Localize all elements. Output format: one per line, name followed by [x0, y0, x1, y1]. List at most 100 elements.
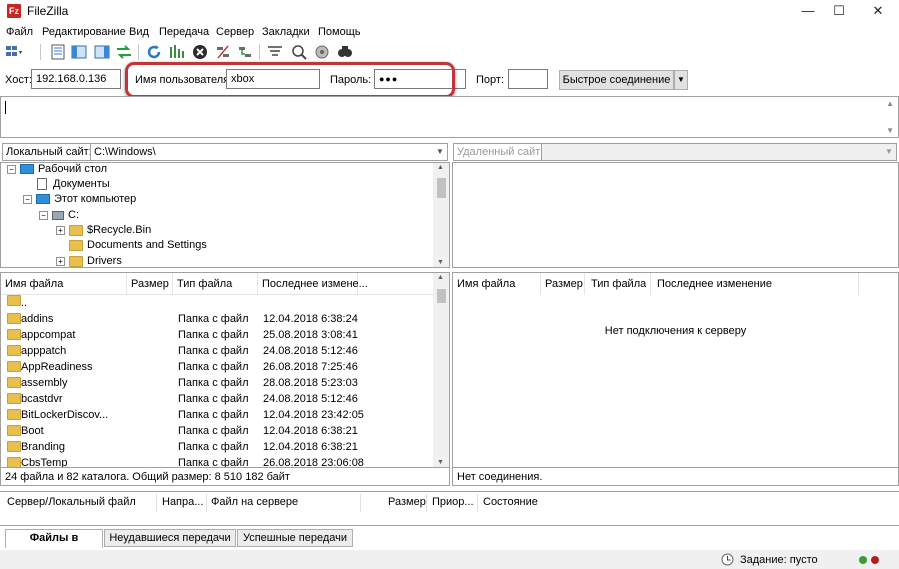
expand-icon[interactable]: + — [56, 225, 65, 235]
message-log[interactable]: ▲ ▼ — [0, 96, 899, 138]
site-manager-icon[interactable] — [5, 43, 23, 61]
computer-icon — [36, 194, 50, 205]
menu-server[interactable]: Сервер — [216, 26, 254, 38]
queue-status-text: Задание: пусто — [740, 554, 818, 566]
host-input[interactable]: 192.168.0.136 — [31, 69, 121, 89]
window-title: FileZilla — [27, 4, 69, 18]
menu-bookmarks[interactable]: Закладки — [262, 26, 310, 38]
collapse-icon[interactable]: − — [7, 164, 16, 174]
toggle-local-tree-icon[interactable] — [70, 43, 88, 61]
scroll-up-icon[interactable]: ▲ — [437, 164, 444, 171]
local-site-path[interactable]: C:\Windows\ — [90, 143, 448, 161]
remote-path-dropdown-icon[interactable]: ▼ — [885, 147, 893, 156]
toolbar-separator — [138, 44, 139, 60]
cancel-icon[interactable] — [191, 43, 209, 61]
transfer-queue[interactable]: Сервер/Локальный файл Напра... Файл на с… — [0, 491, 899, 526]
remote-empty-message: Нет подключения к серверу — [604, 325, 747, 337]
quickconnect-button[interactable]: Быстрое соединение — [559, 70, 674, 90]
reconnect-icon[interactable] — [236, 43, 254, 61]
local-file-list[interactable]: Имя файла Размер Тип файла Последнее изм… — [0, 272, 450, 468]
scroll-thumb[interactable] — [437, 289, 446, 303]
collapse-icon[interactable]: − — [23, 194, 32, 204]
tree-item[interactable]: + Drivers — [56, 255, 122, 267]
toggle-message-log-icon[interactable] — [49, 43, 67, 61]
tree-item[interactable]: − Рабочий стол — [7, 163, 107, 178]
quickconnect-history-dropdown[interactable]: ▼ — [674, 70, 688, 90]
port-input[interactable] — [508, 69, 548, 89]
scroll-down-icon[interactable]: ▼ — [437, 259, 444, 266]
toggle-queue-icon[interactable] — [115, 43, 133, 61]
folder-icon — [7, 329, 21, 340]
column-size[interactable]: Размер — [541, 273, 585, 295]
queue-col-direction[interactable]: Напра... — [162, 496, 203, 508]
drive-icon — [52, 210, 64, 220]
close-button[interactable]: ✕ — [855, 0, 899, 22]
toggle-remote-tree-icon[interactable] — [93, 43, 111, 61]
title-bar: Fz FileZilla — ☐ ✕ — [0, 0, 899, 22]
column-modified[interactable]: Последнее изменение — [653, 273, 859, 295]
menu-help[interactable]: Помощь — [318, 26, 361, 38]
directory-listing-filter-icon[interactable] — [266, 43, 284, 61]
port-label: Порт: — [476, 74, 504, 86]
tab-queued-files[interactable]: Файлы в задании — [5, 529, 103, 560]
tree-item[interactable]: − C: — [39, 209, 79, 224]
column-divider — [360, 494, 361, 512]
tree-item[interactable]: − Этот компьютер — [23, 193, 136, 208]
local-path-dropdown-icon[interactable]: ▼ — [436, 147, 444, 156]
process-queue-icon[interactable] — [168, 43, 186, 61]
local-site-label: Локальный сайт: — [2, 143, 96, 161]
disconnect-icon[interactable] — [214, 43, 232, 61]
local-tree-scrollbar[interactable]: ▲ ▼ — [433, 163, 449, 267]
collapse-icon[interactable]: − — [39, 210, 48, 220]
column-filename[interactable]: Имя файла — [1, 273, 127, 295]
column-divider — [477, 494, 478, 512]
queue-col-size[interactable]: Размер — [388, 496, 426, 508]
folder-icon — [7, 441, 21, 452]
folder-up-icon — [7, 295, 21, 306]
column-filename[interactable]: Имя файла — [453, 273, 541, 295]
scroll-up-icon[interactable]: ▲ — [437, 274, 444, 281]
toolbar-separator — [259, 44, 260, 60]
column-modified[interactable]: Последнее измене... — [258, 273, 368, 295]
scroll-down-icon[interactable]: ▼ — [437, 459, 444, 466]
column-divider — [426, 494, 427, 512]
expand-icon[interactable]: + — [56, 256, 65, 266]
queue-col-remote[interactable]: Файл на сервере — [211, 496, 298, 508]
column-type[interactable]: Тип файла — [587, 273, 651, 295]
column-size[interactable]: Размер — [127, 273, 173, 295]
queue-col-priority[interactable]: Приор... — [432, 496, 474, 508]
remote-tree[interactable] — [452, 162, 899, 268]
folder-icon — [69, 255, 83, 267]
menu-bar: Файл Редактирование Вид Передача Сервер … — [0, 24, 899, 42]
menu-transfer[interactable]: Передача — [159, 26, 209, 38]
column-divider — [206, 494, 207, 512]
queue-col-local[interactable]: Сервер/Локальный файл — [7, 496, 136, 508]
menu-view[interactable]: Вид — [129, 26, 149, 38]
tab-failed-transfers[interactable]: Неудавшиеся передачи — [104, 529, 236, 547]
menu-edit[interactable]: Редактирование — [42, 26, 126, 38]
remote-site-label: Удаленный сайт: — [453, 143, 548, 161]
synchronized-browsing-icon[interactable] — [313, 43, 331, 61]
refresh-icon[interactable] — [145, 43, 163, 61]
tree-item[interactable]: + $Recycle.Bin — [56, 224, 151, 239]
compare-directories-icon[interactable] — [290, 43, 308, 61]
scroll-thumb[interactable] — [437, 178, 446, 198]
queue-col-status[interactable]: Состояние — [483, 496, 538, 508]
search-icon[interactable] — [336, 43, 354, 61]
toolbar — [0, 41, 899, 63]
remote-site-path[interactable] — [541, 143, 897, 161]
folder-icon — [7, 377, 21, 388]
local-status: 24 файла и 82 каталога. Общий размер: 8 … — [0, 468, 450, 486]
local-list-scrollbar[interactable]: ▲ ▼ — [433, 273, 449, 467]
scroll-up-icon[interactable]: ▲ — [886, 99, 894, 108]
tab-successful-transfers[interactable]: Успешные передачи — [237, 529, 353, 547]
tree-item[interactable]: Documents and Settings — [69, 239, 207, 254]
column-type[interactable]: Тип файла — [173, 273, 258, 295]
remote-status: Нет соединения. — [452, 468, 899, 486]
scroll-down-icon[interactable]: ▼ — [886, 126, 894, 135]
local-tree[interactable]: − Рабочий стол Документы − Этот компьютер … — [0, 162, 450, 268]
tree-item[interactable]: Документы — [37, 178, 110, 193]
host-label: Хост: — [5, 74, 32, 86]
remote-file-list[interactable]: Имя файла Размер Тип файла Последнее изм… — [452, 272, 899, 468]
menu-file[interactable]: Файл — [6, 26, 33, 38]
